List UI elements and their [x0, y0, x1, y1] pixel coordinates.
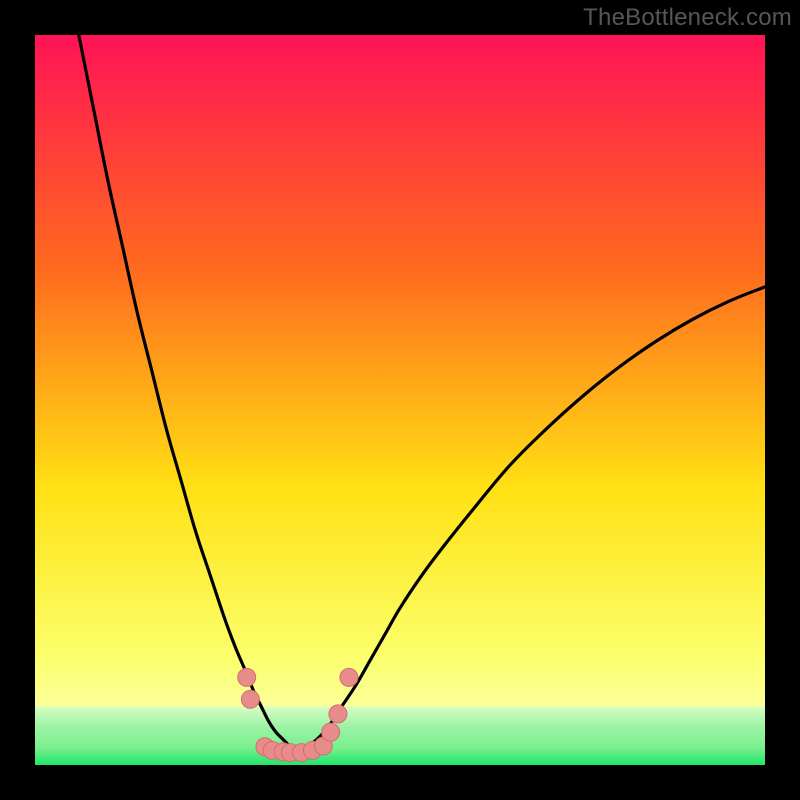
chart-stage: TheBottleneck.com	[0, 0, 800, 800]
minimum-markers	[238, 668, 358, 761]
marker-point	[340, 668, 358, 686]
watermark-text: TheBottleneck.com	[583, 4, 792, 32]
marker-point	[322, 723, 340, 741]
curve-right-branch	[298, 287, 765, 751]
marker-point	[241, 690, 259, 708]
curve-layer	[35, 35, 765, 765]
marker-point	[329, 705, 347, 723]
marker-point	[238, 668, 256, 686]
curve-left-branch	[79, 35, 298, 750]
plot-area	[35, 35, 765, 765]
